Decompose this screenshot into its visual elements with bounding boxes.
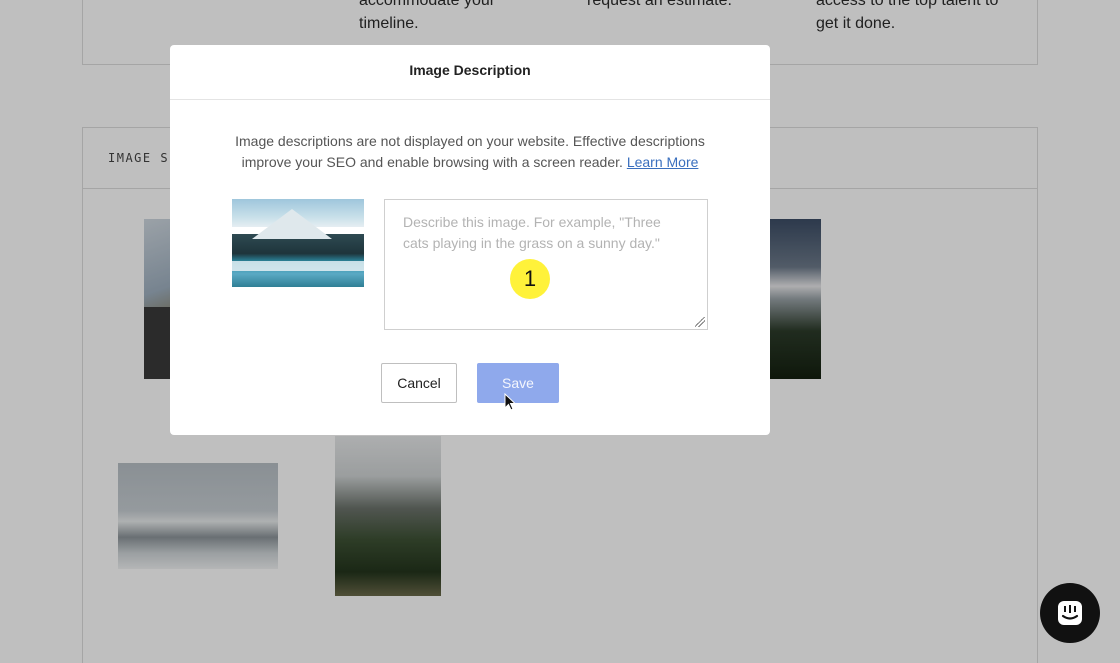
preview-mountain [252, 209, 332, 239]
save-button[interactable]: Save [477, 363, 559, 403]
resize-handle-icon[interactable] [695, 317, 705, 327]
image-preview [232, 199, 364, 287]
image-description-dialog: Image Description Image descriptions are… [170, 45, 770, 435]
learn-more-link[interactable]: Learn More [627, 154, 699, 170]
image-description-input[interactable] [384, 199, 708, 330]
chat-icon [1058, 601, 1082, 625]
chat-widget-button[interactable] [1040, 583, 1100, 643]
preview-mist [232, 261, 364, 271]
dialog-title: Image Description [409, 62, 531, 78]
step-badge: 1 [510, 259, 550, 299]
dialog-description: Image descriptions are not displayed on … [210, 131, 730, 173]
cancel-button[interactable]: Cancel [381, 363, 457, 403]
dialog-header: Image Description [170, 45, 770, 100]
